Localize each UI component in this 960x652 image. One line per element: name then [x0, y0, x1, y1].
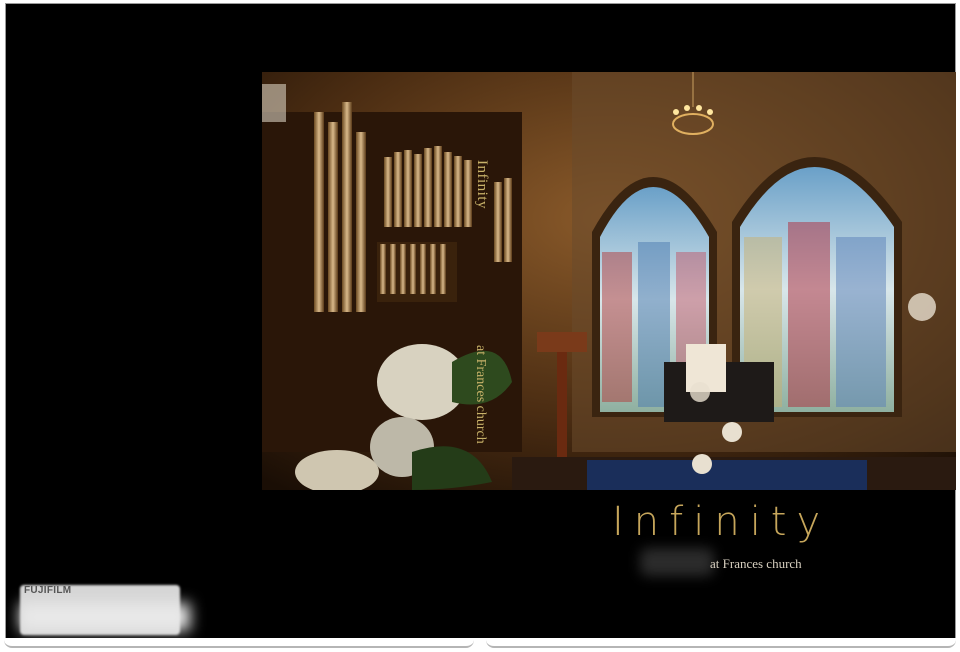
right-page-edge [486, 640, 956, 648]
church-interior-image [262, 72, 956, 490]
brand-logo: FUJIFILM [24, 585, 72, 596]
blurred-region [640, 548, 714, 576]
spine-title: Infinity [474, 160, 490, 209]
cover-photo [262, 72, 956, 490]
book-bottom-edge [0, 638, 960, 652]
spine-subtitle: at Frances church [473, 345, 488, 444]
left-page-edge [4, 640, 474, 648]
cover-subtitle: at Frances church [710, 556, 802, 571]
cover-title: Infinity [612, 499, 831, 545]
